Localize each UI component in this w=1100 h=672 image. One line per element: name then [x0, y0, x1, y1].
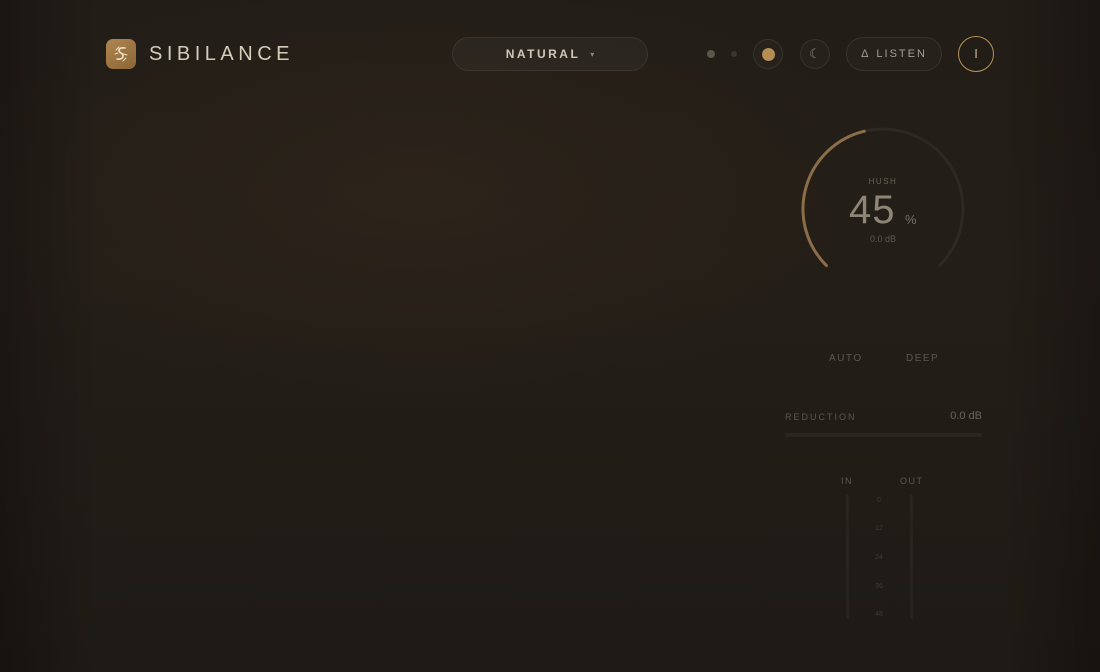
knob-gain-readout: 0.0 dB: [869, 234, 897, 244]
sun-icon: [761, 47, 775, 61]
app-title: SIBILANCE: [149, 43, 294, 65]
preset-selector[interactable]: NATURAL ▾: [452, 37, 648, 71]
knob-label: HUSH: [868, 177, 898, 186]
output-meter: [910, 495, 913, 619]
light-theme-button[interactable]: [753, 39, 783, 69]
knob-value: 45: [849, 188, 896, 232]
indicator-dot-dim: [731, 51, 737, 57]
dark-theme-button[interactable]: ☾: [800, 39, 830, 69]
meter-scale-label: 48: [875, 611, 883, 618]
power-button[interactable]: I: [958, 36, 994, 72]
meter-scale-label: 36: [875, 583, 883, 590]
meter-out-label: OUT: [900, 476, 924, 486]
power-icon: I: [974, 45, 978, 61]
meter-scale-label: 12: [875, 525, 883, 532]
reduction-value: 0.0 dB: [950, 410, 982, 422]
mode-auto-button[interactable]: AUTO: [829, 353, 863, 364]
meter-scale-label: 0: [877, 497, 881, 504]
knob-unit: %: [905, 212, 917, 227]
logo-icon: [106, 39, 136, 69]
indicator-dot: [707, 50, 715, 58]
chevron-down-icon: ▾: [590, 50, 595, 59]
moon-icon: ☾: [809, 46, 821, 61]
meter-in-label: IN: [841, 476, 853, 486]
background-vignette: [0, 0, 1100, 672]
listen-button[interactable]: Δ LISTEN: [846, 37, 942, 71]
mode-deep-button[interactable]: DEEP: [906, 353, 939, 364]
sibilance-logo-icon: [114, 46, 128, 62]
reduction-label: REDUCTION: [785, 412, 857, 422]
input-meter: [846, 495, 849, 619]
listen-label: LISTEN: [876, 48, 927, 60]
reduction-meter: [785, 433, 982, 437]
delta-icon: Δ: [861, 48, 869, 60]
meter-scale-label: 24: [875, 554, 883, 561]
preset-label: NATURAL: [505, 47, 581, 61]
